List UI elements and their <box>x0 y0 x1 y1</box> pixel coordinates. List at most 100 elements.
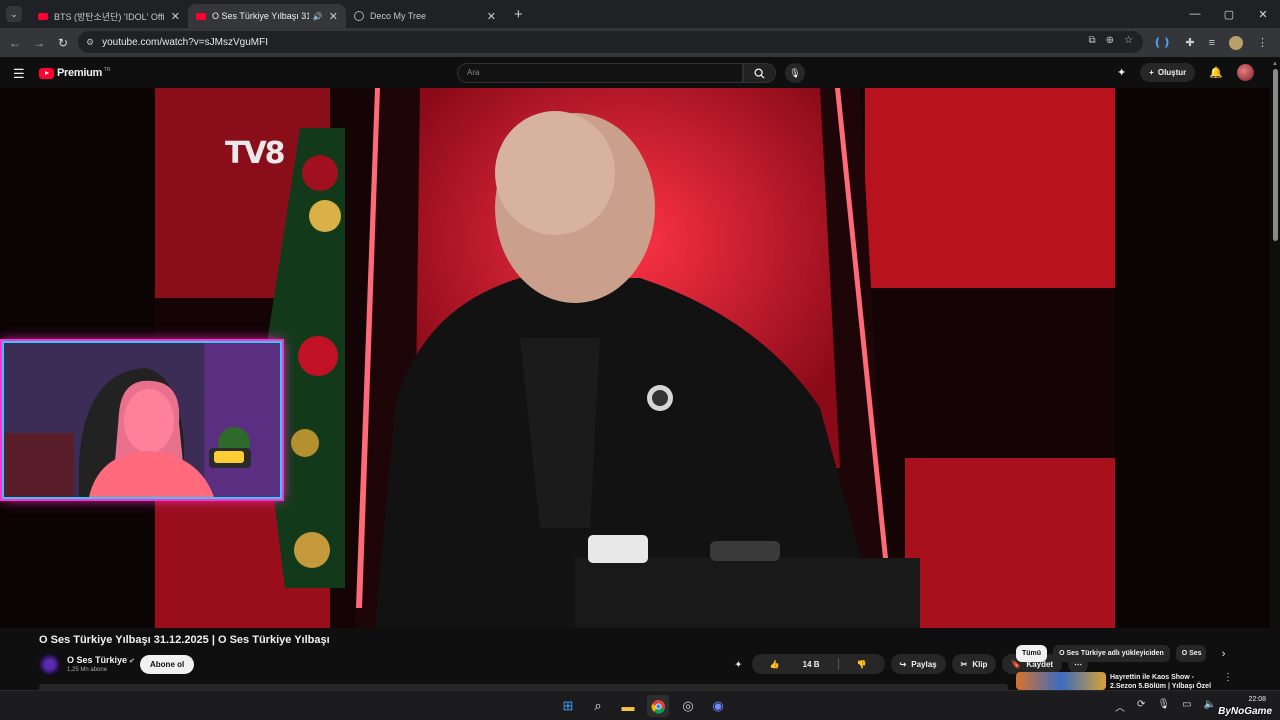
gem-icon[interactable]: ✦ <box>731 654 746 674</box>
minimize-icon[interactable]: — <box>1178 0 1212 28</box>
header-actions: ✦ + Oluştur 🔔 <box>1117 63 1254 82</box>
plus-icon: + <box>1149 68 1154 77</box>
like-dislike-group: 👍 14 B 👎 <box>751 654 885 674</box>
tab-close-icon[interactable]: ✕ <box>487 10 496 23</box>
chip-from-uploader[interactable]: O Ses Türkiye adlı yükleyiciden <box>1053 645 1170 662</box>
file-explorer-icon[interactable]: ▬ <box>617 695 639 717</box>
recommendation-thumbnail[interactable] <box>1016 672 1106 690</box>
thumbs-down-icon: 👎 <box>856 659 867 669</box>
tab-bts[interactable]: BTS (방탄소년단) 'IDOL' Official MV ✕ <box>30 4 188 28</box>
dislike-button[interactable]: 👎 <box>839 654 885 674</box>
discord-icon[interactable]: ◉ <box>707 695 729 717</box>
reload-icon[interactable]: ↻ <box>51 36 75 50</box>
new-tab-button[interactable]: + <box>514 6 523 23</box>
forward-icon[interactable]: → <box>27 36 51 50</box>
clock-time: 22:08 <box>1248 696 1266 703</box>
bookmark-star-icon[interactable]: ☆ <box>1124 35 1133 46</box>
tab-title: O Ses Türkiye Yılbaşı 31.12.2025 <box>212 11 309 21</box>
video-title: O Ses Türkiye Yılbaşı 31.12.2025 | O Ses… <box>39 634 330 646</box>
channel-watermark: TV8 <box>225 136 286 171</box>
system-tray: ︿ ⟳ 🎙 ▭ 🔈 <box>1115 699 1216 714</box>
extensions-puzzle-icon[interactable]: ✚ <box>1185 36 1194 49</box>
thumbs-up-icon: 👍 <box>769 659 780 669</box>
youtube-favicon-icon <box>38 12 48 20</box>
install-app-icon[interactable]: ⧉ <box>1089 35 1096 46</box>
scrollbar-thumb[interactable] <box>1273 69 1278 241</box>
page-scrollbar[interactable]: ▲ <box>1270 57 1280 690</box>
obs-icon[interactable]: ◎ <box>677 695 699 717</box>
extensions-area: ❪❫ ✚ ≡ ⋮ <box>1153 28 1280 57</box>
chrome-icon[interactable] <box>647 695 669 717</box>
search-icon[interactable]: ⌕ <box>587 695 609 717</box>
search-button[interactable] <box>743 63 776 83</box>
webcam-frame <box>4 343 280 497</box>
country-code: TR <box>103 66 111 73</box>
logo-wordmark: Premium <box>57 67 102 79</box>
chrome-logo-icon <box>651 699 665 714</box>
tab-search-button[interactable]: ⌄ <box>6 6 22 22</box>
mic-tray-icon[interactable]: 🎙 <box>1157 699 1170 714</box>
search-input[interactable]: Ara <box>457 63 743 83</box>
address-bar[interactable]: ⚙ youtube.com/watch?v=sJMszVguMFI ⧉ ⊕ ☆ <box>78 31 1143 53</box>
menu-kebab-icon[interactable]: ⋮ <box>1257 36 1268 49</box>
scissors-icon: ✂ <box>960 659 968 669</box>
like-button[interactable]: 👍 14 B <box>752 654 838 674</box>
globe-favicon-icon <box>354 11 364 21</box>
tray-chevron-up-icon[interactable]: ︿ <box>1115 699 1125 714</box>
recommendation-title[interactable]: Hayrettin ile Kaos Show - 2.Sezon 5.Bölü… <box>1110 673 1215 691</box>
speaker-icon[interactable]: 🔊 <box>313 12 323 21</box>
microphone-icon: 🎙 <box>789 67 801 78</box>
notifications-bell-icon[interactable]: 🔔 <box>1209 66 1223 79</box>
streamer-webcam-overlay <box>2 341 282 499</box>
share-label: Paylaş <box>911 659 937 669</box>
tab-close-icon[interactable]: ✕ <box>329 10 338 23</box>
youtube-header: ☰ Premium TR Ara 🎙 ✦ + Oluştur 🔔 <box>0 57 1280 88</box>
windows-start-icon[interactable]: ⊞ <box>557 695 579 717</box>
zoom-icon[interactable]: ⊕ <box>1106 35 1114 46</box>
omnibox-icons: ⧉ ⊕ ☆ <box>1089 35 1134 46</box>
site-info-icon[interactable]: ⚙ <box>86 37 94 48</box>
account-avatar[interactable] <box>1237 64 1254 81</box>
back-icon[interactable]: ← <box>3 36 27 50</box>
recommendation-chips: Tümü O Ses Türkiye adlı yükleyiciden O S… <box>1016 645 1225 662</box>
voice-search-button[interactable]: 🎙 <box>785 63 805 83</box>
volume-icon[interactable]: 🔈 <box>1204 699 1216 714</box>
restore-icon[interactable]: ▢ <box>1212 0 1246 28</box>
tab-close-icon[interactable]: ✕ <box>171 10 180 23</box>
chip-o-ses[interactable]: O Ses <box>1175 645 1206 662</box>
chevron-right-icon[interactable]: › <box>1222 648 1226 660</box>
tab-groups-icon[interactable]: ≡ <box>1209 37 1215 49</box>
sync-icon[interactable]: ⟳ <box>1137 699 1145 714</box>
share-button[interactable]: ↪ Paylaş <box>890 654 946 674</box>
youtube-favicon-icon <box>196 12 206 20</box>
tab-title: Deco My Tree <box>370 11 427 21</box>
display-icon[interactable]: ▭ <box>1182 699 1191 714</box>
video-player[interactable]: TV8 <box>0 88 1270 628</box>
stream-watermark: ByNoGame <box>1218 706 1272 717</box>
hamburger-menu-icon[interactable]: ☰ <box>13 66 25 82</box>
scroll-up-icon[interactable]: ▲ <box>1272 61 1278 67</box>
recommendation-more-icon[interactable]: ⋮ <box>1223 672 1233 683</box>
tab-deco-my-tree[interactable]: Deco My Tree ✕ <box>346 4 504 28</box>
tab-o-ses[interactable]: O Ses Türkiye Yılbaşı 31.12.2025 🔊 ✕ <box>188 4 346 28</box>
window-controls: — ▢ ✕ <box>1178 0 1280 28</box>
taskbar-clock[interactable]: 22:08 <box>1248 694 1266 705</box>
youtube-play-icon <box>39 67 54 79</box>
close-window-icon[interactable]: ✕ <box>1246 0 1280 28</box>
create-label: Oluştur <box>1157 68 1187 77</box>
channel-name: O Ses Türkiye <box>67 655 128 665</box>
channel-name-link[interactable]: O Ses Türkiye ✔ <box>67 655 135 665</box>
verified-badge-icon: ✔ <box>129 658 135 665</box>
profile-avatar[interactable] <box>1229 35 1243 50</box>
browser-tab-strip: ⌄ BTS (방탄소년단) 'IDOL' Official MV ✕ O Ses… <box>0 0 1280 28</box>
youtube-logo[interactable]: Premium TR <box>39 67 111 79</box>
channel-avatar[interactable] <box>39 654 60 675</box>
clip-button[interactable]: ✂ Klip <box>951 654 997 674</box>
translate-extension-icon[interactable]: ❪❫ <box>1153 36 1171 49</box>
chip-all[interactable]: Tümü <box>1016 645 1048 662</box>
gem-icon[interactable]: ✦ <box>1117 66 1126 79</box>
browser-toolbar: ← → ↻ ⚙ youtube.com/watch?v=sJMszVguMFI … <box>0 28 1280 57</box>
create-button[interactable]: + Oluştur <box>1140 63 1196 82</box>
subscribe-button[interactable]: Abone ol <box>140 655 195 674</box>
url-text: youtube.com/watch?v=sJMszVguMFI <box>102 36 268 48</box>
